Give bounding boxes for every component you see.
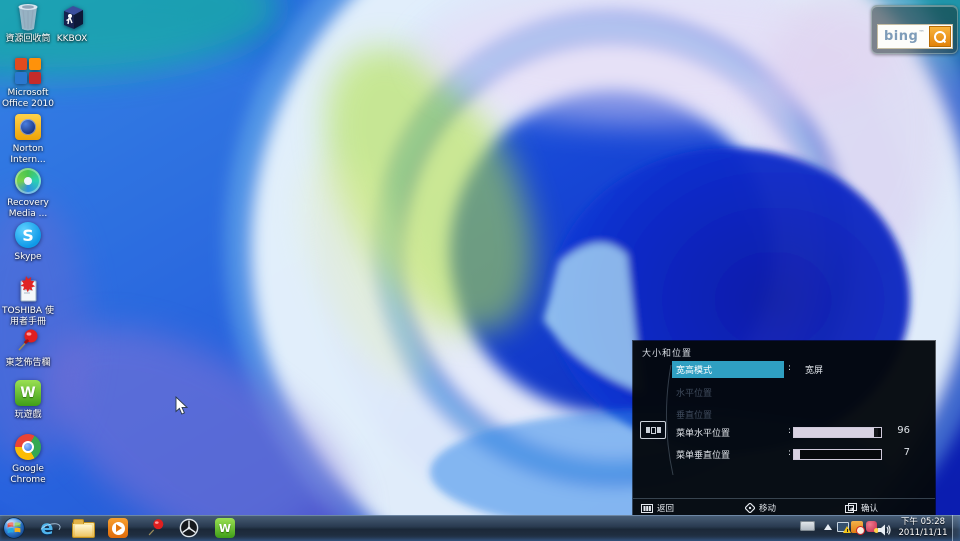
desktop: 資源回收筒 KKBOX Microsoft Office 2010 Norton… (0, 0, 960, 541)
desktop-icon-label: Microsoft Office 2010 (0, 88, 56, 110)
norton-globe-icon (13, 112, 43, 142)
volume-icon[interactable] (878, 521, 891, 540)
security-alert-icon[interactable] (851, 521, 863, 533)
monitor-osd-menu: 大小和位置 宽高模式 : 宽屏 水平位置 垂直位置 菜单水平位置 : 96 菜单… (633, 341, 935, 516)
desktop-icon-norton[interactable]: Norton Intern... (0, 112, 56, 166)
osd-item-aspect-mode[interactable]: 宽高模式 : 宽屏 (672, 361, 928, 376)
taskbar-toshiba-assist[interactable] (176, 517, 202, 539)
osd-footer: 返回 移动 确认 (633, 498, 935, 516)
taskbar-internet-explorer[interactable]: e (34, 517, 60, 539)
desktop-icon-play-games[interactable]: W 玩遊戲 (0, 378, 56, 421)
osd-item-value: 96 (882, 425, 910, 436)
menu-bars-icon (641, 504, 653, 513)
start-button[interactable] (3, 517, 25, 539)
recovery-disc-icon (13, 166, 43, 196)
skype-icon: S (13, 220, 43, 250)
desktop-icon-label: 玩遊戲 (14, 410, 41, 421)
desktop-icon-label: Google Chrome (0, 464, 56, 486)
desktop-icon-office[interactable]: Microsoft Office 2010 (0, 56, 56, 110)
folder-icon (72, 522, 95, 538)
osd-item-vertical-position: 垂直位置 (672, 406, 928, 421)
recycle-bin-icon (13, 2, 43, 32)
bing-search-gadget: bing™ (871, 5, 958, 54)
osd-back-button[interactable]: 返回 (641, 502, 674, 514)
clock-time: 下午 05:28 (893, 517, 953, 528)
osd-item-value: 7 (882, 447, 910, 458)
office-2010-icon (13, 56, 43, 86)
chrome-icon (13, 432, 43, 462)
desktop-icon-recovery[interactable]: Recovery Media ... (0, 166, 56, 220)
osd-item-horizontal-position: 水平位置 (672, 384, 928, 399)
internet-explorer-icon: e (41, 519, 54, 538)
media-alert-icon[interactable] (866, 521, 877, 532)
taskbar-media-player[interactable] (105, 517, 131, 539)
osd-slider[interactable] (793, 427, 882, 438)
taskbar-windows-explorer[interactable] (70, 517, 96, 539)
osd-slider[interactable] (793, 449, 882, 460)
desktop-icon-chrome[interactable]: Google Chrome (0, 432, 56, 486)
warning-triangle-icon (843, 526, 851, 533)
taskbar-clock[interactable]: 下午 05:28 2011/11/11 (893, 517, 953, 540)
show-desktop-button[interactable] (952, 515, 960, 541)
pushpin-icon (146, 518, 166, 538)
osd-title: 大小和位置 (642, 346, 692, 359)
desktop-icon-bulletin-board[interactable]: 東芝佈告欄 (0, 326, 56, 369)
taskbar-games[interactable]: W (212, 517, 238, 539)
confirm-icon (845, 503, 857, 513)
network-warning-icon[interactable] (837, 521, 849, 532)
desktop-icon-label: Norton Intern... (0, 144, 56, 166)
assist-dial-icon (179, 518, 199, 538)
osd-move-button[interactable]: 移动 (745, 502, 776, 514)
move-diamond-icon (745, 503, 755, 513)
osd-item-menu-vertical-position[interactable]: 菜单垂直位置 : 7 (672, 446, 928, 461)
slider-handle[interactable] (874, 428, 878, 437)
osd-confirm-button[interactable]: 确认 (845, 502, 878, 514)
kkbox-icon (57, 2, 87, 32)
windows-orb-icon (3, 517, 25, 539)
taskbar: e W 下午 05:28 2011/11/11 (0, 515, 960, 541)
show-hidden-icons-button[interactable] (824, 524, 832, 530)
bing-search-box[interactable]: bing™ (877, 24, 953, 49)
input-keyboard-icon[interactable] (800, 521, 815, 531)
desktop-icon-label: 東芝佈告欄 (5, 358, 50, 369)
desktop-icon-label: KKBOX (57, 34, 88, 45)
desktop-icon-label: Recovery Media ... (0, 198, 56, 220)
bing-search-button[interactable] (929, 26, 951, 47)
clock-date: 2011/11/11 (893, 528, 953, 539)
games-icon: W (215, 518, 235, 538)
user-manual-icon (13, 274, 43, 304)
desktop-icon-toshiba-manual[interactable]: TOSHIBA 使用者手冊 (0, 274, 56, 328)
taskbar-bulletin-board[interactable] (143, 517, 169, 539)
desktop-icon-label: Skype (14, 252, 41, 263)
media-player-icon (108, 518, 128, 538)
bing-logo: bing™ (884, 29, 925, 44)
osd-item-value: 宽屏 (805, 363, 823, 376)
magnifier-icon (934, 31, 946, 43)
desktop-icon-skype[interactable]: S Skype (0, 220, 56, 263)
desktop-icon-label: TOSHIBA 使用者手冊 (0, 306, 56, 328)
desktop-icon-kkbox[interactable]: KKBOX (44, 2, 100, 45)
games-icon: W (13, 378, 43, 408)
osd-item-menu-horizontal-position[interactable]: 菜单水平位置 : 96 (672, 424, 928, 439)
pushpin-icon (13, 326, 43, 356)
